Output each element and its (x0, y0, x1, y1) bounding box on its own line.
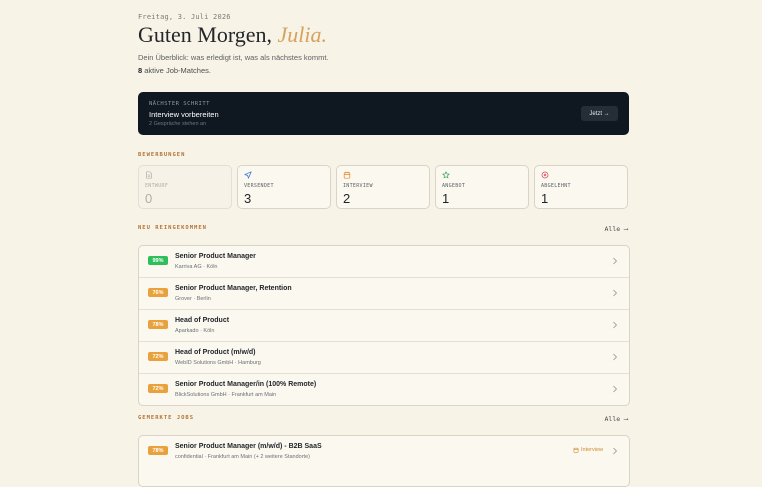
job-title: Senior Product Manager/in (100% Remote) (175, 381, 317, 388)
star-icon (442, 171, 450, 179)
overview-subtitle: Dein Überblick: was erledigt ist, was al… (138, 53, 329, 62)
job-title: Senior Product Manager, Retention (175, 285, 292, 292)
calendar-icon (573, 447, 579, 453)
stat-label: VERSENDET (244, 183, 274, 189)
next-step-card[interactable]: NÄCHSTER SCHRITT Interview vorbereiten 2… (138, 92, 629, 135)
match-label: aktive Job-Matches. (144, 66, 211, 75)
user-name: Julia. (277, 22, 328, 47)
date-label: Freitag, 3. Juli 2026 (138, 13, 231, 21)
job-row[interactable]: 72% Senior Product Manager/in (100% Remo… (139, 374, 629, 405)
chevron-right-icon (613, 321, 618, 329)
job-row[interactable]: 72% Head of Product (m/w/d) WebID Soluti… (139, 342, 629, 374)
next-step-label: NÄCHSTER SCHRITT (149, 101, 210, 107)
stat-count: 3 (244, 191, 252, 206)
match-score-badge: 99% (148, 256, 168, 265)
stat-draft[interactable]: ENTWURF 0 (138, 165, 232, 209)
saved-jobs-section-label: GEMERKTE JOBS (138, 415, 195, 421)
stat-count: 0 (145, 191, 153, 206)
stat-offer[interactable]: ANGEBOT 1 (435, 165, 529, 209)
stat-count: 2 (343, 191, 351, 206)
job-title: Head of Product (175, 317, 230, 324)
stat-count: 1 (442, 191, 450, 206)
now-button[interactable]: Jetzt → (581, 106, 618, 121)
greeting-heading: Guten Morgen, Julia. (138, 22, 327, 48)
document-icon (146, 171, 152, 179)
saved-jobs-list: 78% Senior Product Manager (m/w/d) - B2B… (138, 435, 630, 487)
match-summary: 8 aktive Job-Matches. (138, 66, 211, 75)
match-score-badge: 72% (148, 352, 168, 361)
stat-label: ABGELEHNT (541, 183, 571, 189)
stat-label: ENTWURF (145, 183, 169, 189)
dashboard-page: Freitag, 3. Juli 2026 Guten Morgen, Juli… (0, 0, 762, 487)
saved-jobs-all-link[interactable]: Alle ⟶ (605, 415, 628, 423)
status-label: Interview (580, 447, 603, 453)
job-row[interactable]: 99% Senior Product Manager Karriva AG · … (139, 246, 629, 278)
stat-sent[interactable]: VERSENDET 3 (237, 165, 331, 209)
stat-label: ANGEBOT (442, 183, 466, 189)
next-step-title: Interview vorbereiten (149, 110, 219, 119)
new-jobs-all-link[interactable]: Alle ⟶ (605, 225, 628, 233)
interview-status: Interview (573, 447, 603, 453)
next-step-subtitle: 2 Gespräche stehen an (149, 121, 207, 127)
chevron-right-icon (613, 447, 618, 455)
send-icon (244, 171, 252, 179)
job-meta: confidential · Frankfurt am Main (+ 2 we… (175, 454, 310, 460)
job-meta: Karriva AG · Köln (175, 264, 218, 270)
job-title: Senior Product Manager (m/w/d) - B2B Saa… (175, 443, 322, 450)
chevron-right-icon (613, 257, 618, 265)
chevron-right-icon (613, 353, 618, 361)
job-meta: Aparkado · Köln (175, 328, 215, 334)
match-score-badge: 72% (148, 384, 168, 393)
x-circle-icon (541, 171, 549, 179)
chevron-right-icon (613, 289, 618, 297)
match-score-badge: 78% (148, 320, 168, 329)
job-meta: Grover · Berlin (175, 296, 211, 302)
stat-count: 1 (541, 191, 549, 206)
job-meta: WebID Solutions GmbH · Hamburg (175, 360, 261, 366)
job-row[interactable]: 76% Senior Product Manager, Retention Gr… (139, 278, 629, 310)
calendar-icon (343, 171, 351, 179)
applications-section-label: BEWERBUNGEN (138, 152, 186, 158)
job-title: Head of Product (m/w/d) (175, 349, 256, 356)
job-meta: BlickSolutions GmbH · Frankfurt am Main (175, 392, 277, 398)
chevron-right-icon (613, 385, 618, 393)
match-score-badge: 78% (148, 446, 168, 455)
match-count: 8 (138, 66, 143, 75)
stat-label: INTERVIEW (343, 183, 373, 189)
greeting-text: Guten Morgen, (138, 22, 273, 47)
stat-rejected[interactable]: ABGELEHNT 1 (534, 165, 628, 209)
new-jobs-section-label: NEU REINGEKOMMEN (138, 225, 207, 231)
job-row[interactable]: 78% Senior Product Manager (m/w/d) - B2B… (139, 436, 629, 467)
application-stats: ENTWURF 0 VERSENDET 3 INTERVIEW 2 ANGEBO… (138, 165, 629, 209)
job-row[interactable]: 78% Head of Product Aparkado · Köln (139, 310, 629, 342)
new-jobs-list: 99% Senior Product Manager Karriva AG · … (138, 245, 630, 406)
stat-interview[interactable]: INTERVIEW 2 (336, 165, 430, 209)
job-title: Senior Product Manager (175, 253, 256, 260)
match-score-badge: 76% (148, 288, 168, 297)
